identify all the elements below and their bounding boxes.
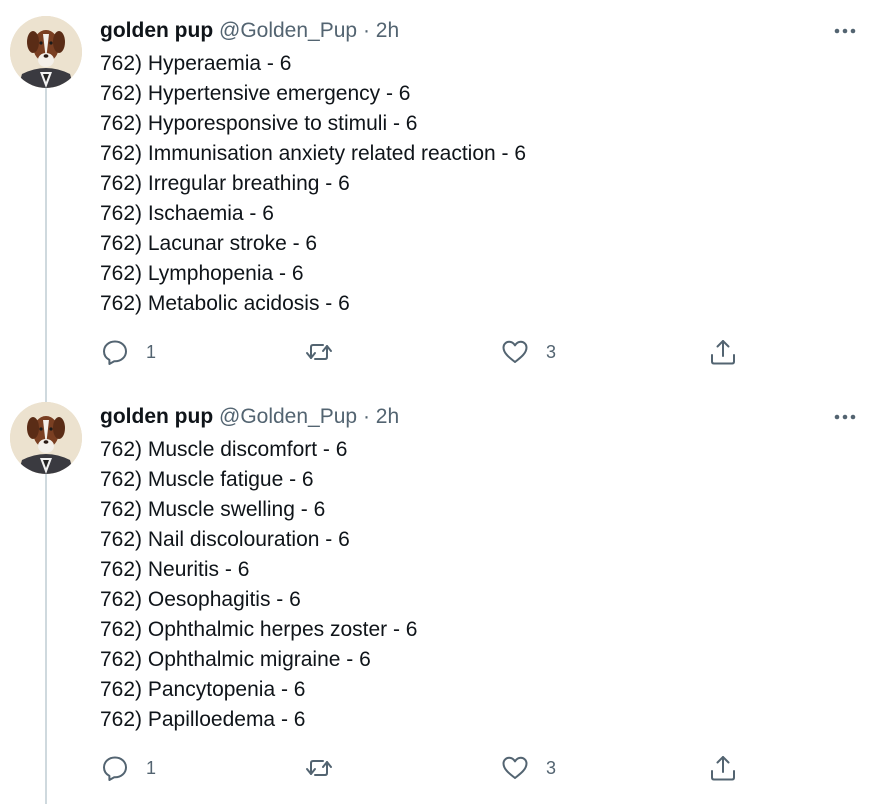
- tweet-header: golden pup @Golden_Pup · 2h: [100, 402, 399, 432]
- tweet-line: 762) Muscle fatigue - 6: [100, 468, 314, 491]
- like-count: 3: [546, 757, 557, 778]
- tweet-header: golden pup @Golden_Pup · 2h: [100, 16, 399, 46]
- reply-icon: [103, 756, 127, 781]
- avatar[interactable]: [10, 16, 82, 88]
- reply-button[interactable]: 1: [100, 753, 156, 783]
- author-name[interactable]: golden pup: [100, 405, 213, 428]
- retweet-icon: [306, 344, 332, 360]
- tweet-text: 762) Hyperaemia - 6 762) Hypertensive em…: [100, 49, 526, 319]
- heart-icon: [502, 756, 528, 779]
- retweet-button[interactable]: [304, 753, 350, 783]
- reply-icon: [103, 340, 127, 365]
- tweet-line: 762) Ophthalmic herpes zoster - 6: [100, 618, 418, 641]
- tweet-line: 762) Pancytopenia - 6: [100, 678, 306, 701]
- author-handle[interactable]: @Golden_Pup: [219, 405, 357, 428]
- reply-button[interactable]: 1: [100, 337, 156, 367]
- author-handle[interactable]: @Golden_Pup: [219, 19, 357, 42]
- reply-count: 1: [146, 341, 157, 362]
- tweet-line: 762) Neuritis - 6: [100, 558, 250, 581]
- dog-avatar-icon: [10, 402, 82, 474]
- like-button[interactable]: 3: [500, 753, 556, 783]
- like-count: 3: [546, 341, 557, 362]
- tweet-line: 762) Papilloedema - 6: [100, 708, 306, 731]
- tweet-line: 762) Hyporesponsive to stimuli - 6: [100, 112, 418, 135]
- tweet-line: 762) Ophthalmic migraine - 6: [100, 648, 371, 671]
- like-button[interactable]: 3: [500, 337, 556, 367]
- tweet[interactable]: golden pup @Golden_Pup · 2h 762) Hyperae…: [0, 0, 883, 390]
- retweet-button[interactable]: [304, 337, 350, 367]
- tweet-line: 762) Metabolic acidosis - 6: [100, 292, 350, 315]
- header-separator: ·: [362, 19, 370, 42]
- more-options-button[interactable]: [830, 16, 860, 46]
- more-options-icon: [834, 28, 856, 34]
- tweet-line: 762) Lacunar stroke - 6: [100, 232, 318, 255]
- avatar[interactable]: [10, 402, 82, 474]
- header-separator: ·: [362, 405, 370, 428]
- author-name[interactable]: golden pup: [100, 19, 213, 42]
- tweet-line: 762) Muscle discomfort - 6: [100, 438, 348, 461]
- share-button[interactable]: [708, 753, 738, 783]
- heart-icon: [502, 340, 528, 363]
- tweet-line: 762) Lymphopenia - 6: [100, 262, 304, 285]
- share-icon: [711, 756, 735, 781]
- reply-count: 1: [146, 757, 157, 778]
- share-icon: [711, 340, 735, 365]
- tweet-line: 762) Ischaemia - 6: [100, 202, 274, 225]
- tweet[interactable]: golden pup @Golden_Pup · 2h 762) Muscle …: [0, 390, 883, 804]
- dog-avatar-icon: [10, 16, 82, 88]
- tweet-text: 762) Muscle discomfort - 6 762) Muscle f…: [100, 435, 417, 735]
- retweet-icon: [306, 760, 332, 776]
- tweet-line: 762) Muscle swelling - 6: [100, 498, 326, 521]
- tweet-line: 762) Nail discolouration - 6: [100, 528, 350, 551]
- tweet-line: 762) Immunisation anxiety related reacti…: [100, 142, 527, 165]
- tweet-line: 762) Irregular breathing - 6: [100, 172, 350, 195]
- more-options-icon: [834, 414, 856, 420]
- tweet-timestamp[interactable]: 2h: [376, 19, 399, 42]
- more-options-button[interactable]: [830, 402, 860, 432]
- share-button[interactable]: [708, 337, 738, 367]
- tweet-line: 762) Hypertensive emergency - 6: [100, 82, 411, 105]
- tweet-line: 762) Hyperaemia - 6: [100, 52, 292, 75]
- tweet-timestamp[interactable]: 2h: [376, 405, 399, 428]
- tweet-line: 762) Oesophagitis - 6: [100, 588, 301, 611]
